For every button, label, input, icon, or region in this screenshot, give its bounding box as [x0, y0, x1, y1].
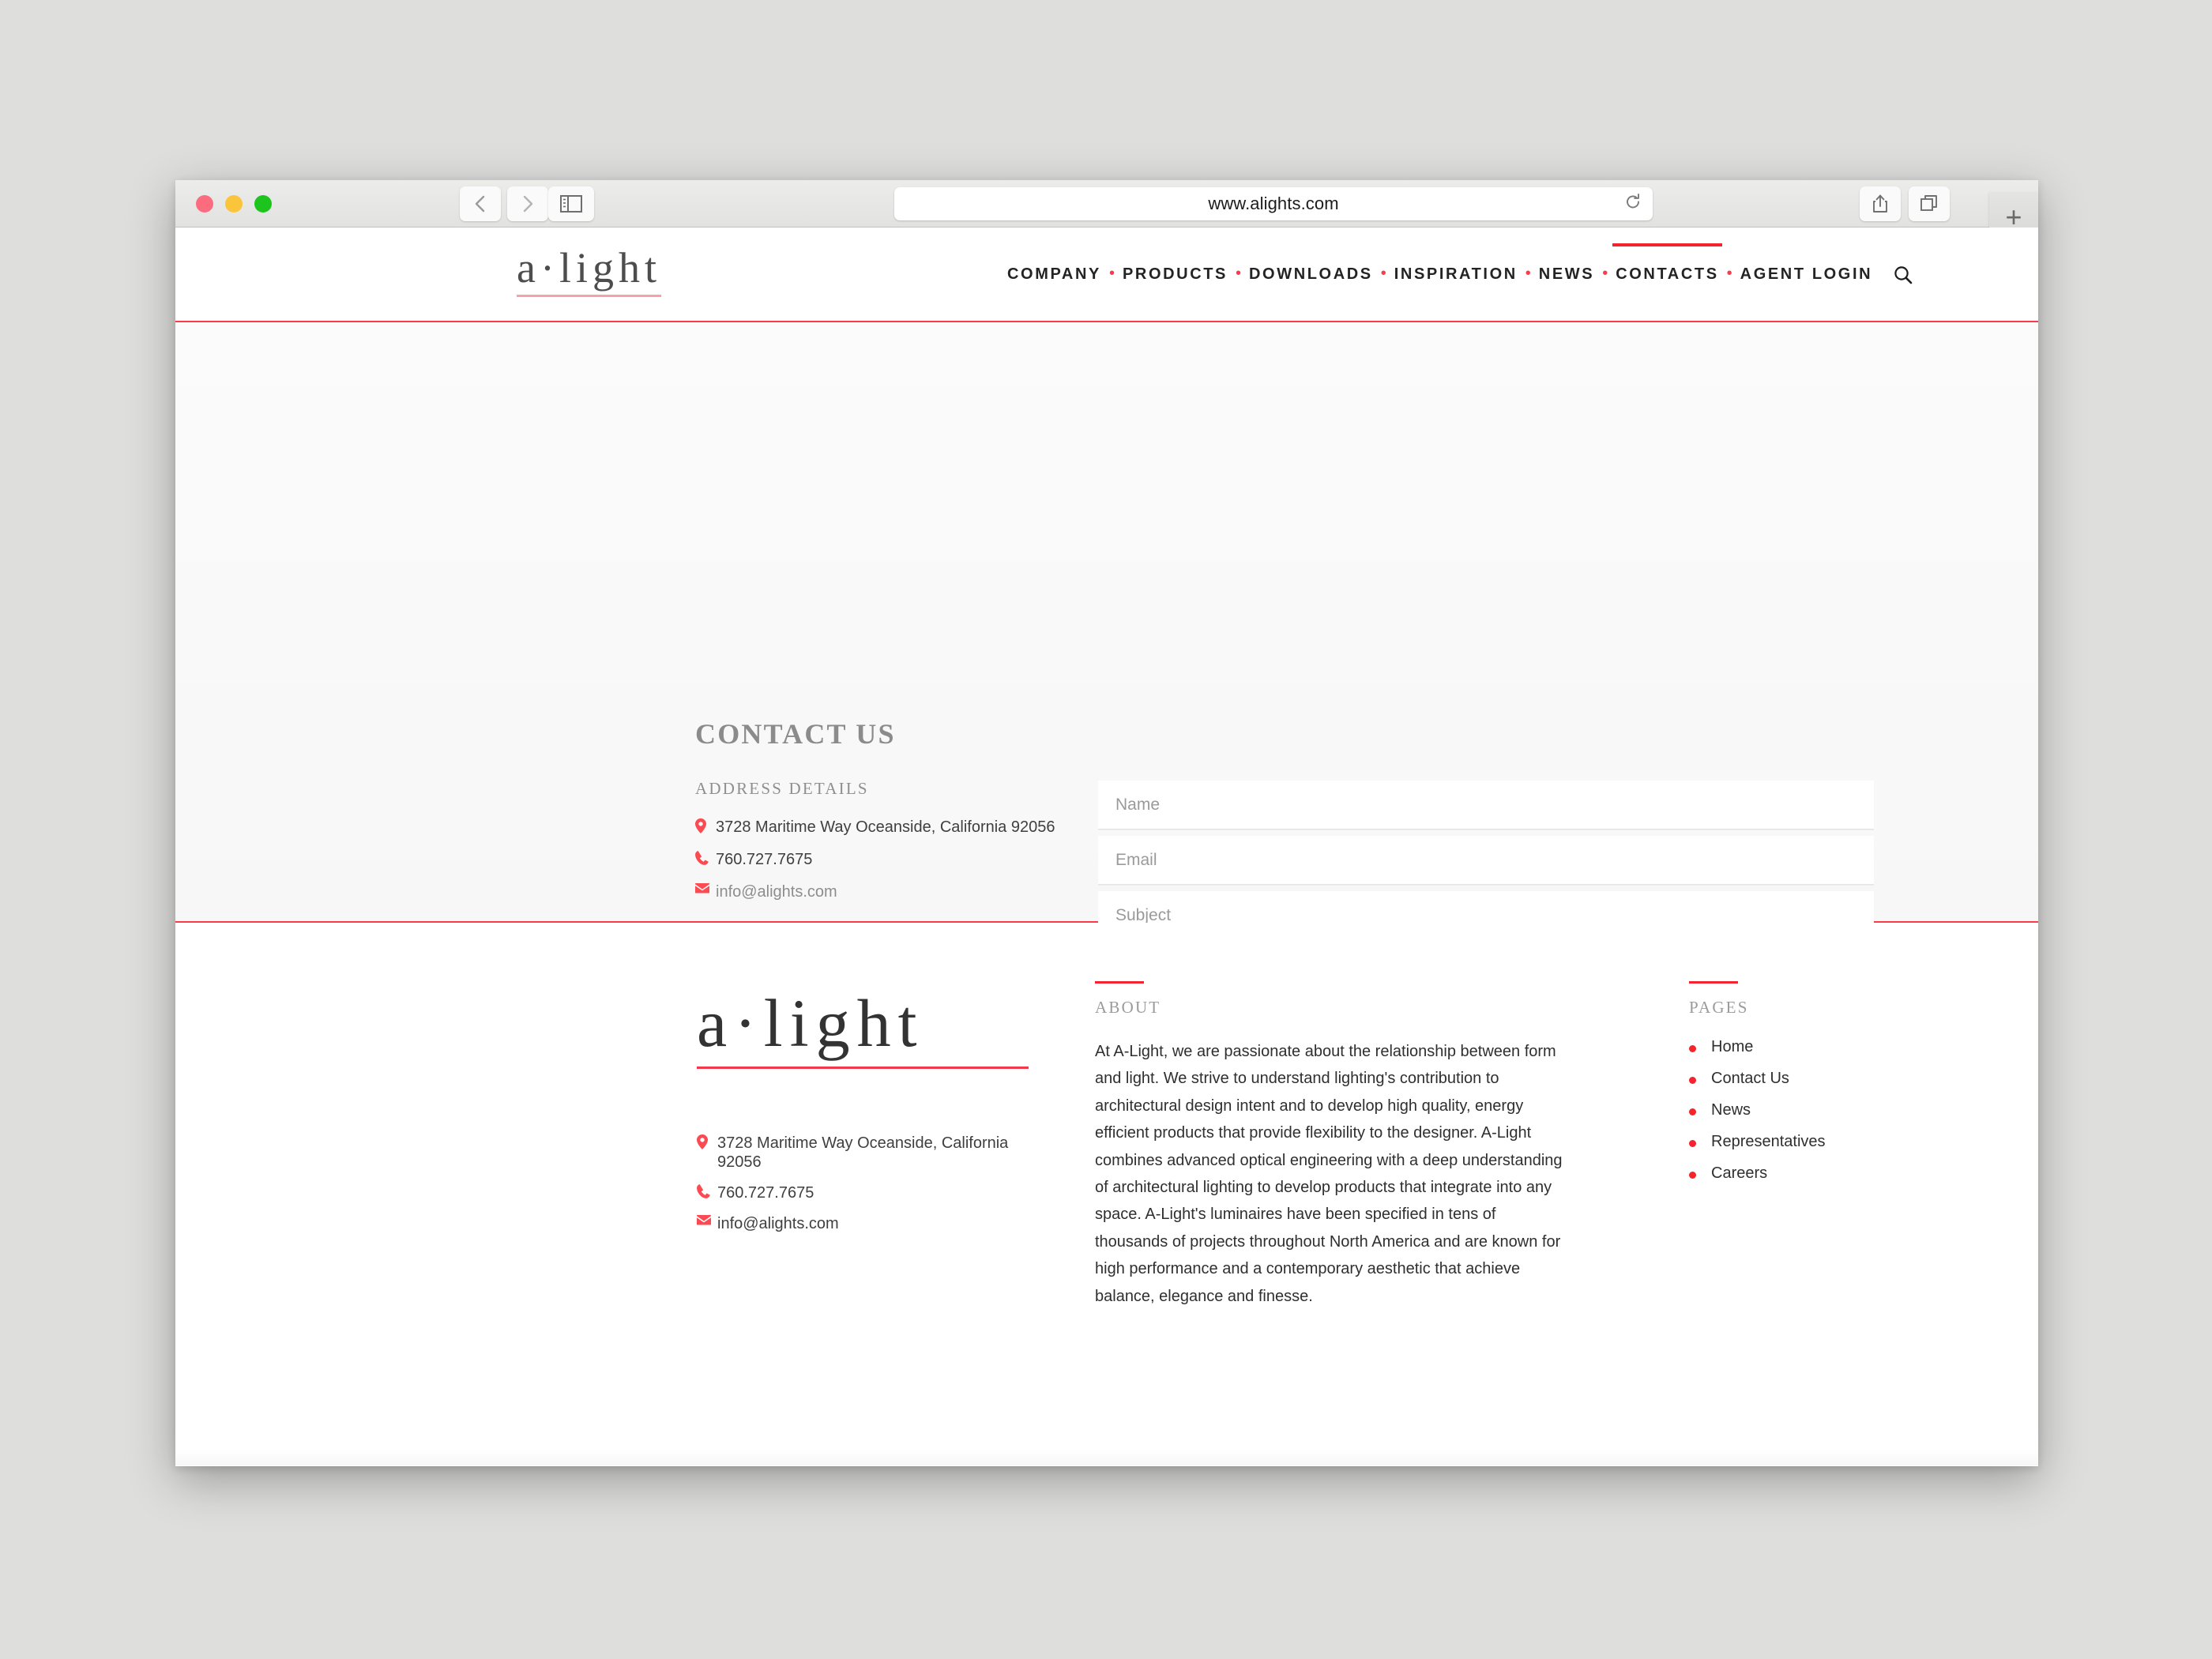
phone-text: 760.727.7675 [716, 851, 813, 868]
nav-separator-dot: • [1602, 264, 1608, 282]
phone-icon [695, 851, 716, 865]
window-traffic-lights [196, 195, 272, 213]
address-info-list: 3728 Maritime Way Oceanside, California … [695, 818, 1074, 901]
pages-link-home[interactable]: Home [1689, 1038, 2005, 1056]
share-icon [1873, 194, 1887, 213]
pages-link-contact-us[interactable]: Contact Us [1689, 1070, 2005, 1088]
nav-item-agent-login[interactable]: AGENT LOGIN [1740, 262, 1873, 287]
url-bar[interactable]: www.alights.com [894, 187, 1653, 220]
main-navigation: COMPANY • PRODUCTS • DOWNLOADS • INSPIRA… [1007, 243, 1913, 287]
site-footer: a·light 3728 Maritime Way Oceanside, Cal… [175, 923, 2038, 1464]
pages-link-careers[interactable]: Careers [1689, 1164, 2005, 1183]
chevron-left-icon [475, 195, 485, 213]
maximize-window-button[interactable] [254, 195, 272, 213]
footer-address-text: 3728 Maritime Way Oceanside, California … [717, 1134, 1009, 1171]
browser-titlebar: www.alights.com + [175, 180, 2038, 242]
about-heading: ABOUT [1095, 998, 1161, 1017]
address-details-label: ADDRESS DETAILS [695, 779, 869, 798]
page-viewport: a·light COMPANY • PRODUCTS • DOWNLOADS •… [175, 228, 2038, 1465]
browser-nav-buttons [460, 186, 548, 221]
footer-logo-underline [697, 1066, 1029, 1069]
site-logo-text: a·light [517, 244, 661, 292]
sidebar-toggle-button[interactable] [548, 186, 594, 221]
search-button[interactable] [1893, 265, 1913, 285]
location-pin-icon [697, 1134, 717, 1149]
nav-separator-dot: • [1726, 264, 1732, 282]
footer-phone-text: 760.727.7675 [717, 1184, 814, 1202]
contact-section: CONTACT US ADDRESS DETAILS 3728 Maritime… [175, 322, 2038, 1169]
sidebar-icon [560, 195, 582, 213]
envelope-icon [697, 1215, 717, 1225]
share-button[interactable] [1860, 186, 1901, 221]
nav-item-inspiration[interactable]: INSPIRATION [1394, 262, 1518, 287]
phone-icon [697, 1184, 717, 1198]
close-window-button[interactable] [196, 195, 213, 213]
email-row[interactable]: info@alights.com [695, 882, 1074, 901]
pages-accent-rule [1689, 981, 1738, 984]
footer-logo-text: a·light [697, 985, 924, 1061]
nav-item-contacts[interactable]: CONTACTS [1612, 243, 1723, 287]
email-text: info@alights.com [716, 883, 837, 901]
address-text: 3728 Maritime Way Oceanside, California … [716, 818, 1055, 836]
browser-toolbar-right [1860, 186, 1950, 221]
show-tabs-button[interactable] [1909, 186, 1950, 221]
phone-row[interactable]: 760.727.7675 [695, 850, 1074, 869]
search-icon [1894, 265, 1913, 284]
page-title: CONTACT US [695, 718, 896, 750]
nav-separator-dot: • [1236, 264, 1242, 282]
reload-icon [1627, 194, 1639, 209]
site-header: a·light COMPANY • PRODUCTS • DOWNLOADS •… [175, 228, 2038, 322]
name-input[interactable] [1098, 781, 1874, 830]
footer-pages-column: PAGES Home Contact Us News Representativ… [1689, 981, 2005, 1196]
minimize-window-button[interactable] [225, 195, 243, 213]
nav-separator-dot: • [1525, 264, 1531, 282]
pages-list: Home Contact Us News Representatives Car… [1689, 1038, 2005, 1183]
nav-separator-dot: • [1108, 264, 1115, 282]
nav-separator-dot: • [1380, 264, 1386, 282]
nav-item-news[interactable]: NEWS [1539, 262, 1594, 287]
envelope-icon [695, 883, 716, 893]
nav-item-products[interactable]: PRODUCTS [1123, 262, 1228, 287]
reload-button[interactable] [1624, 194, 1642, 215]
forward-button[interactable] [507, 186, 548, 221]
about-text: At A-Light, we are passionate about the … [1095, 1043, 1563, 1305]
nav-item-company[interactable]: COMPANY [1007, 262, 1101, 287]
tabs-icon [1920, 195, 1937, 211]
pages-heading: PAGES [1689, 998, 1749, 1017]
back-button[interactable] [460, 186, 501, 221]
address-row: 3728 Maritime Way Oceanside, California … [695, 818, 1074, 837]
location-pin-icon [695, 818, 716, 833]
footer-email-row[interactable]: info@alights.com [697, 1214, 1029, 1233]
url-text: www.alights.com [1208, 194, 1339, 213]
footer-brand-block: a·light 3728 Maritime Way Oceanside, Cal… [697, 989, 1029, 1245]
footer-address-row: 3728 Maritime Way Oceanside, California … [697, 1134, 1029, 1172]
nav-item-downloads[interactable]: DOWNLOADS [1249, 262, 1373, 287]
logo-underline [517, 295, 661, 297]
chevron-right-icon [523, 195, 533, 213]
email-input[interactable] [1098, 836, 1874, 885]
footer-phone-row[interactable]: 760.727.7675 [697, 1183, 1029, 1202]
site-logo[interactable]: a·light [517, 246, 661, 297]
footer-email-text: info@alights.com [717, 1215, 839, 1232]
pages-link-representatives[interactable]: Representatives [1689, 1133, 2005, 1151]
pages-link-news[interactable]: News [1689, 1101, 2005, 1119]
footer-address-list: 3728 Maritime Way Oceanside, California … [697, 1134, 1029, 1233]
footer-logo[interactable]: a·light [697, 989, 1029, 1069]
browser-window: www.alights.com + a·light COMPANY • PROD… [175, 180, 2038, 1466]
about-accent-rule [1095, 981, 1144, 984]
footer-about-column: ABOUT At A-Light, we are passionate abou… [1095, 981, 1569, 1310]
